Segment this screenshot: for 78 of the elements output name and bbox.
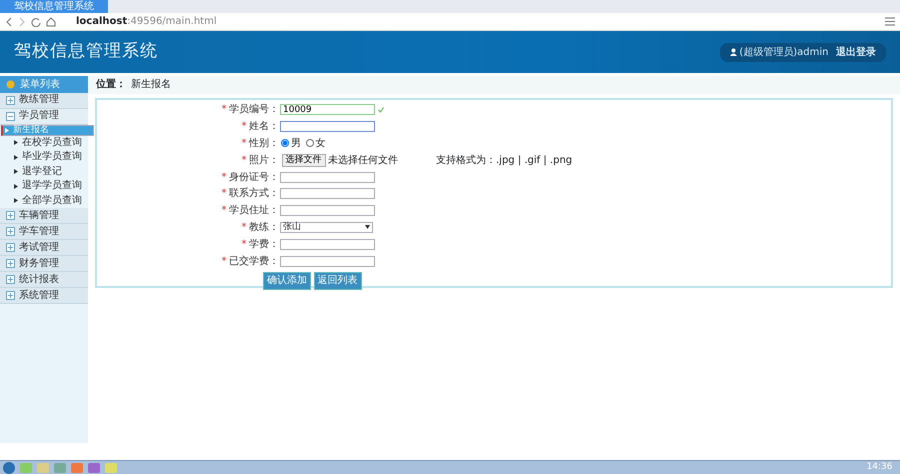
clock: 14:36 (866, 461, 892, 474)
sidebar-item[interactable]: 考试管理 (0, 240, 88, 256)
sidebar-item[interactable]: 车辆管理 (0, 208, 88, 224)
sidebar-item[interactable]: 学车管理 (0, 224, 88, 240)
input-field[interactable] (280, 238, 375, 250)
field-label: 姓名： (249, 120, 279, 134)
input-field[interactable] (280, 188, 375, 200)
breadcrumb-label: 位置： (96, 78, 126, 90)
required-mark: * (242, 120, 246, 134)
taskbar-app-icon[interactable] (88, 463, 100, 473)
taskbar-app-icon[interactable] (36, 463, 48, 473)
forward-icon[interactable] (18, 16, 26, 26)
format-hint: 支持格式为：.jpg | .gif | .png (436, 154, 572, 168)
sidebar-item[interactable]: 财务管理 (0, 256, 88, 272)
bullet-icon (14, 184, 18, 189)
field-label: 性别： (249, 136, 279, 151)
required-mark: * (222, 103, 226, 118)
input-field[interactable]: 10009 (280, 104, 375, 116)
required-mark: * (242, 154, 246, 168)
required-mark: * (242, 220, 246, 235)
user-name: (超级管理员)admin (739, 46, 828, 60)
caret-icon (365, 225, 370, 230)
taskbar-app-icon[interactable] (70, 463, 82, 473)
select-field[interactable]: 张山 (280, 222, 373, 233)
input-field[interactable] (280, 121, 375, 132)
sidebar-subitem[interactable]: 毕业学员查询 (0, 150, 88, 164)
input-field[interactable] (280, 205, 375, 216)
field-label: 照片： (249, 154, 279, 168)
radio-button[interactable] (281, 139, 289, 148)
sidebar-item[interactable]: 教练管理 (0, 92, 88, 108)
bullet-icon (5, 128, 9, 132)
required-mark: * (242, 136, 246, 151)
app-title: 驾校信息管理系统 (14, 40, 158, 64)
sidebar-subitem[interactable]: 全部学员查询 (0, 194, 88, 208)
input-field[interactable] (280, 172, 375, 183)
home-icon[interactable] (46, 16, 56, 26)
sidebar-item[interactable]: 统计报表 (0, 272, 88, 288)
taskbar-app-icon[interactable] (104, 463, 116, 473)
required-mark: * (222, 187, 226, 202)
menu-icon (6, 80, 15, 88)
taskbar-app-icon[interactable] (54, 463, 66, 473)
required-mark: * (242, 238, 246, 252)
field-label: 学费： (249, 238, 279, 252)
required-mark: * (222, 254, 226, 269)
menu-title: 菜单列表 (20, 78, 60, 92)
menu-icon[interactable] (885, 17, 895, 26)
bullet-icon (14, 169, 18, 174)
field-label: 已交学费： (229, 254, 279, 269)
check-icon (378, 106, 384, 113)
choose-file-button[interactable]: 选择文件 (282, 154, 326, 167)
field-label: 身份证号： (229, 170, 279, 185)
bullet-icon (14, 198, 18, 204)
logout-link[interactable]: 退出登录 (836, 44, 876, 60)
sidebar-subitem[interactable]: 在校学员查询 (0, 136, 88, 150)
required-mark: * (222, 204, 226, 218)
form-button[interactable]: 确认添加 (263, 272, 311, 290)
user-icon (730, 48, 737, 56)
field-label: 学员住址： (229, 204, 279, 218)
field-label: 教练： (249, 220, 279, 235)
required-mark: * (222, 170, 226, 185)
field-label: 学员编号： (229, 102, 279, 118)
url-field[interactable]: localhost:49596/main.html (76, 12, 217, 30)
radio-label: 男 (291, 136, 301, 151)
sidebar-subitem[interactable]: 退学学员查询 (0, 179, 88, 194)
bullet-icon (14, 140, 18, 146)
radio-button[interactable] (306, 139, 314, 148)
sidebar-item[interactable]: 系统管理 (0, 288, 88, 304)
back-icon[interactable] (5, 16, 13, 26)
field-label: 联系方式： (229, 186, 279, 202)
start-icon[interactable] (2, 462, 14, 474)
file-status: 未选择任何文件 (328, 154, 398, 168)
input-field[interactable] (280, 256, 375, 267)
radio-label: 女 (316, 136, 326, 151)
reload-icon[interactable] (31, 16, 41, 26)
breadcrumb-page: 新生报名 (131, 78, 171, 90)
sidebar-subitem[interactable]: 退学登记 (0, 164, 88, 179)
form-button[interactable]: 返回列表 (314, 272, 362, 290)
bullet-icon (14, 154, 18, 160)
